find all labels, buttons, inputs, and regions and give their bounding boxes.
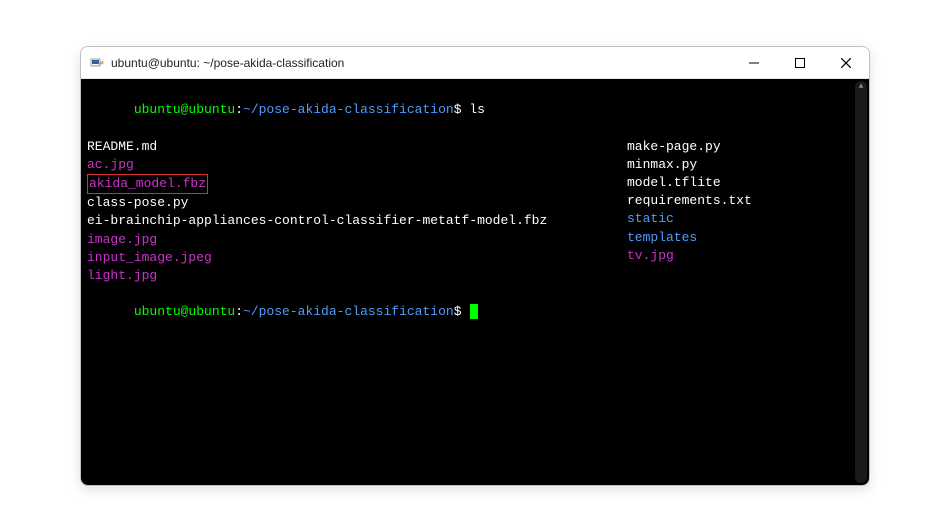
file-name: input_image.jpeg (87, 250, 212, 265)
window-controls (731, 47, 869, 79)
prompt-user-host: ubuntu@ubuntu (134, 102, 235, 117)
scroll-up-icon[interactable]: ▲ (855, 81, 867, 93)
prompt-line-2: ubuntu@ubuntu:~/pose-akida-classificatio… (87, 285, 863, 340)
file-name: model.tflite (627, 175, 721, 190)
titlebar[interactable]: ubuntu@ubuntu: ~/pose-akida-classificati… (81, 47, 869, 79)
file-entry: make-page.py (627, 138, 752, 156)
file-entry: minmax.py (627, 156, 752, 174)
file-entry: input_image.jpeg (87, 249, 627, 267)
file-name: class-pose.py (87, 195, 188, 210)
command-ls: ls (469, 102, 485, 117)
file-name: light.jpg (87, 268, 157, 283)
file-name: ac.jpg (87, 157, 134, 172)
ls-output: README.md ac.jpg akida_model.fbzclass-pose… (87, 138, 863, 286)
prompt-line-1: ubuntu@ubuntu:~/pose-akida-classificatio… (87, 83, 863, 138)
file-entry: model.tflite (627, 174, 752, 192)
file-entry: static (627, 210, 752, 228)
file-entry: templates (627, 229, 752, 247)
file-name: image.jpg (87, 232, 157, 247)
titlebar-title: ubuntu@ubuntu: ~/pose-akida-classificati… (111, 56, 731, 70)
file-entry: ac.jpg (87, 156, 627, 174)
file-name: tv.jpg (627, 248, 674, 263)
file-name: README.md (87, 139, 157, 154)
file-name: minmax.py (627, 157, 697, 172)
file-entry: image.jpg (87, 231, 627, 249)
file-entry: light.jpg (87, 267, 627, 285)
file-name: requirements.txt (627, 193, 752, 208)
file-name: make-page.py (627, 139, 721, 154)
file-name: templates (627, 230, 697, 245)
scrollbar[interactable]: ▲ (855, 81, 867, 483)
prompt-path: ~/pose-akida-classification (243, 102, 454, 117)
putty-icon (89, 55, 105, 71)
file-name: ei-brainchip-appliances-control-classifi… (87, 213, 547, 228)
file-entry: class-pose.py (87, 194, 627, 212)
close-button[interactable] (823, 47, 869, 79)
terminal-window: ubuntu@ubuntu: ~/pose-akida-classificati… (80, 46, 870, 486)
file-name: static (627, 211, 674, 226)
cursor (470, 304, 478, 319)
maximize-button[interactable] (777, 47, 823, 79)
file-entry: README.md (87, 138, 627, 156)
minimize-button[interactable] (731, 47, 777, 79)
file-entry: tv.jpg (627, 247, 752, 265)
terminal-body[interactable]: ▲ ubuntu@ubuntu:~/pose-akida-classificat… (81, 79, 869, 485)
file-entry: requirements.txt (627, 192, 752, 210)
highlighted-file: akida_model.fbz (87, 174, 208, 194)
file-entry: ei-brainchip-appliances-control-classifi… (87, 212, 627, 230)
file-entry: akida_model.fbz (87, 174, 627, 194)
